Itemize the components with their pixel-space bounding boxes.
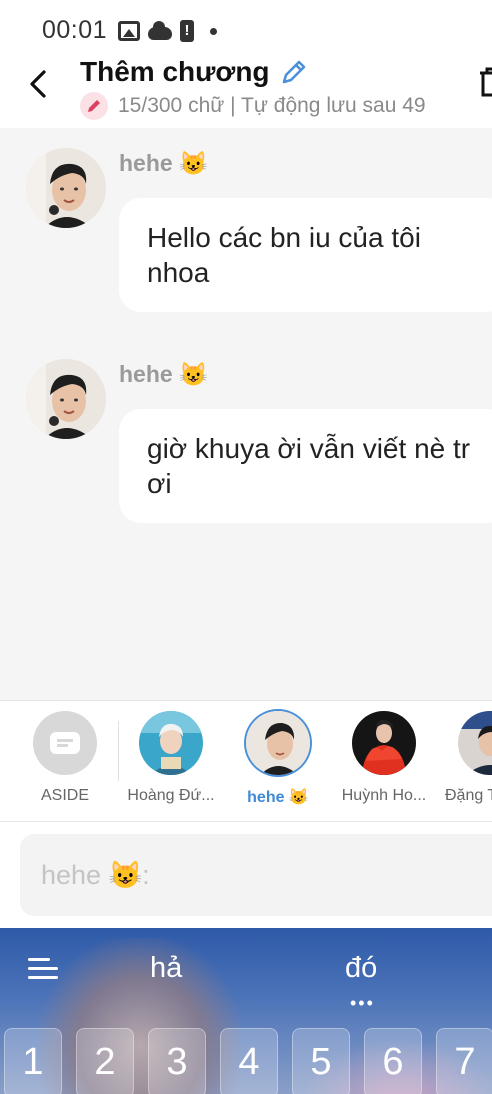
avatar[interactable] (26, 359, 106, 439)
divider (118, 721, 119, 781)
keyboard: hả đó ••• 1 2 3 4 5 6 7 (0, 928, 492, 1094)
character-hoang[interactable]: Hoàng Đứ... (123, 711, 219, 805)
trash-icon (480, 67, 492, 97)
character-label: Đặng T (445, 787, 492, 804)
chat-area: hehe 😺 Hello các bn iu của tôi nhoa hehe… (0, 128, 492, 700)
input-area: hehe 😺: (0, 822, 492, 928)
avatar[interactable] (26, 148, 106, 228)
sender-name: hehe 😺 (119, 361, 208, 387)
avatar (458, 711, 492, 775)
edit-title-button[interactable] (278, 56, 310, 88)
keyboard-menu-icon[interactable] (28, 958, 58, 980)
character-hehe[interactable]: hehe 😺 (230, 711, 326, 807)
aside-icon (33, 711, 97, 775)
character-label: Huỳnh Ho... (341, 787, 427, 804)
pencil-icon (80, 92, 108, 120)
avatar (246, 711, 310, 775)
character-label: hehe 😺 (247, 789, 309, 806)
avatar (139, 711, 203, 775)
key-7[interactable]: 7 (436, 1028, 492, 1094)
header: Thêm chương 15/300 chữ | Tự động lưu sau… (0, 56, 492, 128)
page-title: Thêm chương (80, 56, 270, 87)
back-button[interactable] (24, 64, 56, 104)
status-icons: ! (118, 18, 217, 44)
more-suggestions-icon[interactable]: ••• (350, 994, 375, 1012)
image-icon (118, 21, 140, 41)
avatar (352, 711, 416, 775)
dot-icon (210, 27, 217, 35)
back-arrow-icon (30, 70, 46, 98)
key-2[interactable]: 2 (76, 1028, 134, 1094)
character-huynh[interactable]: Huỳnh Ho... (336, 711, 432, 805)
key-6[interactable]: 6 (364, 1028, 422, 1094)
message-input[interactable]: hehe 😺: (20, 834, 492, 916)
status-bar: 00:01 ! (0, 0, 492, 56)
character-selector: ASIDE Hoàng Đứ... hehe 😺 Huỳnh Ho... Đặn… (0, 700, 492, 822)
message-bubble[interactable]: giờ khuya ời vẫn viết nè tr ơi (119, 409, 492, 523)
key-4[interactable]: 4 (220, 1028, 278, 1094)
message-bubble[interactable]: Hello các bn iu của tôi nhoa (119, 198, 492, 312)
delete-button[interactable] (476, 64, 492, 100)
suggestion-1[interactable]: hả (150, 952, 182, 985)
key-5[interactable]: 5 (292, 1028, 350, 1094)
title-row: Thêm chương (80, 56, 310, 88)
status-time: 00:01 (42, 16, 108, 44)
character-aside[interactable]: ASIDE (17, 711, 113, 805)
character-dang[interactable]: Đặng T (442, 711, 492, 805)
sender-name: hehe 😺 (119, 150, 208, 176)
suggestion-2[interactable]: đó (345, 952, 377, 985)
key-1[interactable]: 1 (4, 1028, 62, 1094)
word-count-autosave: 15/300 chữ | Tự động lưu sau 49 (118, 94, 426, 117)
subtitle-row: 15/300 chữ | Tự động lưu sau 49 (80, 92, 446, 120)
number-row: 1 2 3 4 5 6 7 (4, 1028, 492, 1094)
cloud-icon (148, 20, 172, 40)
character-label: ASIDE (40, 787, 89, 804)
edit-pencil-icon (282, 60, 305, 84)
key-3[interactable]: 3 (148, 1028, 206, 1094)
character-label: Hoàng Đứ... (127, 787, 215, 804)
battery-alert-icon: ! (180, 20, 194, 42)
